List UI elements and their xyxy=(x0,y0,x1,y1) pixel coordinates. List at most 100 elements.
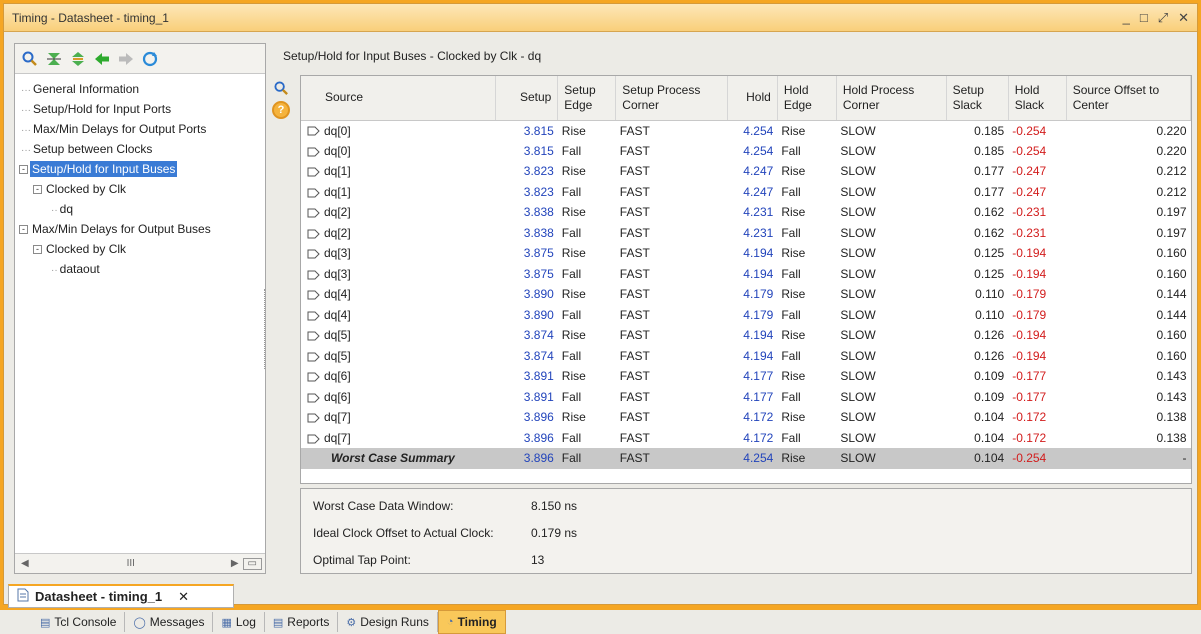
collapse-icon[interactable]: - xyxy=(19,225,28,235)
tree-item-clocked-by-clk-output[interactable]: - Clocked by Clk xyxy=(15,240,265,260)
tab-messages[interactable]: ◯ Messages xyxy=(125,612,214,632)
document-tab[interactable]: Datasheet - timing_1 ✕ xyxy=(8,584,234,608)
table-row[interactable]: dq[2] 3.838 Rise FAST 4.231 Rise SLOW 0.162 -0.2… xyxy=(301,202,1191,223)
cell-setup-process-corner: FAST xyxy=(619,123,650,138)
cell-source: dq[7] xyxy=(301,407,496,428)
table-row[interactable]: dq[6] 3.891 Fall FAST 4.177 Fall SLOW 0.109 -0.1… xyxy=(301,387,1191,408)
horizontal-scrollbar[interactable]: ◀ III ▶ ▭ xyxy=(15,553,265,573)
table-row[interactable]: dq[4] 3.890 Rise FAST 4.179 Rise SLOW 0.110 -0.1… xyxy=(301,284,1191,305)
cell-hold: 4.231 xyxy=(743,225,774,240)
cell-hold-process-corner: SLOW xyxy=(840,369,876,384)
panel-splitter[interactable] xyxy=(264,289,267,369)
tree-toolbar xyxy=(15,44,265,74)
table-row[interactable]: dq[1] 3.823 Fall FAST 4.247 Fall SLOW 0.177 -0.2… xyxy=(301,182,1191,203)
cell-hold-edge: Fall xyxy=(781,266,801,281)
column-header-setup-slack[interactable]: Setup Slack xyxy=(946,76,1009,121)
cell-hold-edge: Rise xyxy=(781,164,806,179)
column-header-source[interactable]: Source xyxy=(301,76,497,121)
cell-hold-process-corner: SLOW xyxy=(840,307,876,322)
input-port-icon xyxy=(307,126,320,136)
window-controls: _ □ ⤢ ✕ xyxy=(1123,10,1189,26)
search-icon[interactable] xyxy=(21,50,39,68)
source-label: dq[7] xyxy=(324,410,351,425)
tree-item-setup-hold-input-ports[interactable]: ··· Setup/Hold for Input Ports xyxy=(15,100,265,120)
close-icon[interactable]: ✕ xyxy=(1178,10,1189,26)
column-header-source-offset[interactable]: Source Offset to Center xyxy=(1066,76,1192,121)
column-header-hold[interactable]: Hold xyxy=(727,76,778,121)
table-row[interactable]: dq[7] 3.896 Rise FAST 4.172 Rise SLOW 0.104 -0.1… xyxy=(301,407,1191,428)
forward-arrow-icon[interactable] xyxy=(117,50,135,68)
collapse-icon[interactable]: - xyxy=(33,245,42,255)
table-row[interactable]: dq[0] 3.815 Fall FAST 4.254 Fall SLOW 0.185 -0.2… xyxy=(301,141,1191,162)
back-arrow-icon[interactable] xyxy=(93,50,111,68)
window-content: ··· General Information ··· Setup/Hold for… xyxy=(9,39,1193,574)
column-header-setup[interactable]: Setup xyxy=(495,76,559,121)
column-header-hold-process-corner[interactable]: Hold Process Corner xyxy=(836,76,947,121)
table-row[interactable]: dq[5] 3.874 Rise FAST 4.194 Rise SLOW 0.126 -0.1… xyxy=(301,325,1191,346)
cell-source-offset: 0.197 xyxy=(1156,225,1187,240)
close-tab-icon[interactable]: ✕ xyxy=(178,589,189,605)
cell-hold: 4.194 xyxy=(743,348,774,363)
cell-setup-slack: 0.177 xyxy=(974,164,1005,179)
table-row[interactable]: dq[0] 3.815 Rise FAST 4.254 Rise SLOW 0.185 -0.2… xyxy=(301,120,1191,141)
collapse-all-icon[interactable] xyxy=(45,50,63,68)
maximize-icon[interactable]: □ xyxy=(1140,10,1148,26)
table-row[interactable]: dq[1] 3.823 Rise FAST 4.247 Rise SLOW 0.177 -0.2… xyxy=(301,161,1191,182)
help-icon[interactable]: ? xyxy=(272,101,290,119)
tree-item-dataout[interactable]: ·· dataout xyxy=(15,260,265,280)
table-row[interactable]: dq[3] 3.875 Fall FAST 4.194 Fall SLOW 0.125 -0.1… xyxy=(301,264,1191,285)
expand-all-icon[interactable] xyxy=(69,50,87,68)
table-row[interactable]: dq[5] 3.874 Fall FAST 4.194 Fall SLOW 0.126 -0.1… xyxy=(301,346,1191,367)
cell-hold-slack: -0.254 xyxy=(1008,448,1067,469)
tab-tcl-console[interactable]: ▤ Tcl Console xyxy=(32,612,126,632)
source-label: dq[2] xyxy=(324,225,351,240)
tree-item-dq[interactable]: ·· dq xyxy=(15,200,265,220)
table-row[interactable]: dq[4] 3.890 Fall FAST 4.179 Fall SLOW 0.110 -0.1… xyxy=(301,305,1191,326)
scroll-left-icon[interactable]: ◀ xyxy=(15,558,35,569)
tree-item-max-min-output-buses[interactable]: - Max/Min Delays for Output Buses xyxy=(15,220,265,240)
table-row[interactable]: dq[3] 3.875 Rise FAST 4.194 Rise SLOW 0.125 -0.1… xyxy=(301,243,1191,264)
restore-icon[interactable]: ⤢ xyxy=(1158,10,1168,26)
cell-source-offset: 0.220 xyxy=(1156,123,1187,138)
maximize-panel-icon[interactable]: ▭ xyxy=(242,557,262,570)
metric-label: Ideal Clock Offset to Actual Clock: xyxy=(313,526,494,540)
source-label: dq[0] xyxy=(324,123,351,138)
cell-source-offset: - xyxy=(1066,448,1191,469)
table-row[interactable]: dq[7] 3.896 Fall FAST 4.172 Fall SLOW 0.104 -0.1… xyxy=(301,428,1191,449)
column-header-hold-edge[interactable]: Hold Edge xyxy=(777,76,837,121)
tree-item-label: dataout xyxy=(59,262,100,276)
tree-item-general-information[interactable]: ··· General Information xyxy=(15,80,265,100)
collapse-icon[interactable]: - xyxy=(19,165,28,175)
tab-log[interactable]: ▦ Log xyxy=(213,612,265,632)
scroll-thumb[interactable]: III xyxy=(35,558,227,569)
column-header-setup-process-corner[interactable]: Setup Process Corner xyxy=(615,76,729,121)
column-header-setup-edge[interactable]: Setup Edge xyxy=(557,76,617,121)
input-port-icon xyxy=(307,352,320,362)
cell-setup-slack: 0.109 xyxy=(974,369,1005,384)
worst-case-summary-row[interactable]: Worst Case Summary 3.896 Fall FAST 4.254 Rise… xyxy=(301,448,1191,469)
tree-item-max-min-output-ports[interactable]: ··· Max/Min Delays for Output Ports xyxy=(15,120,265,140)
cell-hold-edge: Rise xyxy=(781,369,806,384)
table-row[interactable]: dq[6] 3.891 Rise FAST 4.177 Rise SLOW 0.109 -0.1… xyxy=(301,366,1191,387)
cell-hold: 4.254 xyxy=(727,448,778,469)
tree-item-setup-between-clocks[interactable]: ··· Setup between Clocks xyxy=(15,140,265,160)
minimize-icon[interactable]: _ xyxy=(1123,10,1130,26)
refresh-icon[interactable] xyxy=(141,50,159,68)
source-label: dq[6] xyxy=(324,389,351,404)
cell-setup-process-corner: FAST xyxy=(619,184,650,199)
cell-setup: 3.815 xyxy=(523,123,554,138)
tab-timing[interactable]: ◔ Timing xyxy=(437,610,506,634)
table-row[interactable]: dq[2] 3.838 Fall FAST 4.231 Fall SLOW 0.162 -0.2… xyxy=(301,223,1191,244)
column-header-hold-slack[interactable]: Hold Slack xyxy=(1008,76,1067,121)
cell-setup-process-corner: FAST xyxy=(619,410,650,425)
cell-setup: 3.875 xyxy=(523,266,554,281)
document-tab-label: Datasheet - timing_1 xyxy=(35,589,163,604)
tree-item-clocked-by-clk-input[interactable]: - Clocked by Clk xyxy=(15,180,265,200)
scroll-right-icon[interactable]: ▶ xyxy=(227,558,243,569)
tab-reports[interactable]: ▤ Reports xyxy=(265,612,339,632)
cell-setup: 3.815 xyxy=(523,143,554,158)
tree-item-setup-hold-input-buses[interactable]: - Setup/Hold for Input Buses xyxy=(15,160,265,180)
collapse-icon[interactable]: - xyxy=(33,185,42,195)
search-icon[interactable] xyxy=(272,79,290,97)
tab-design-runs[interactable]: ⚙ Design Runs xyxy=(338,612,438,632)
